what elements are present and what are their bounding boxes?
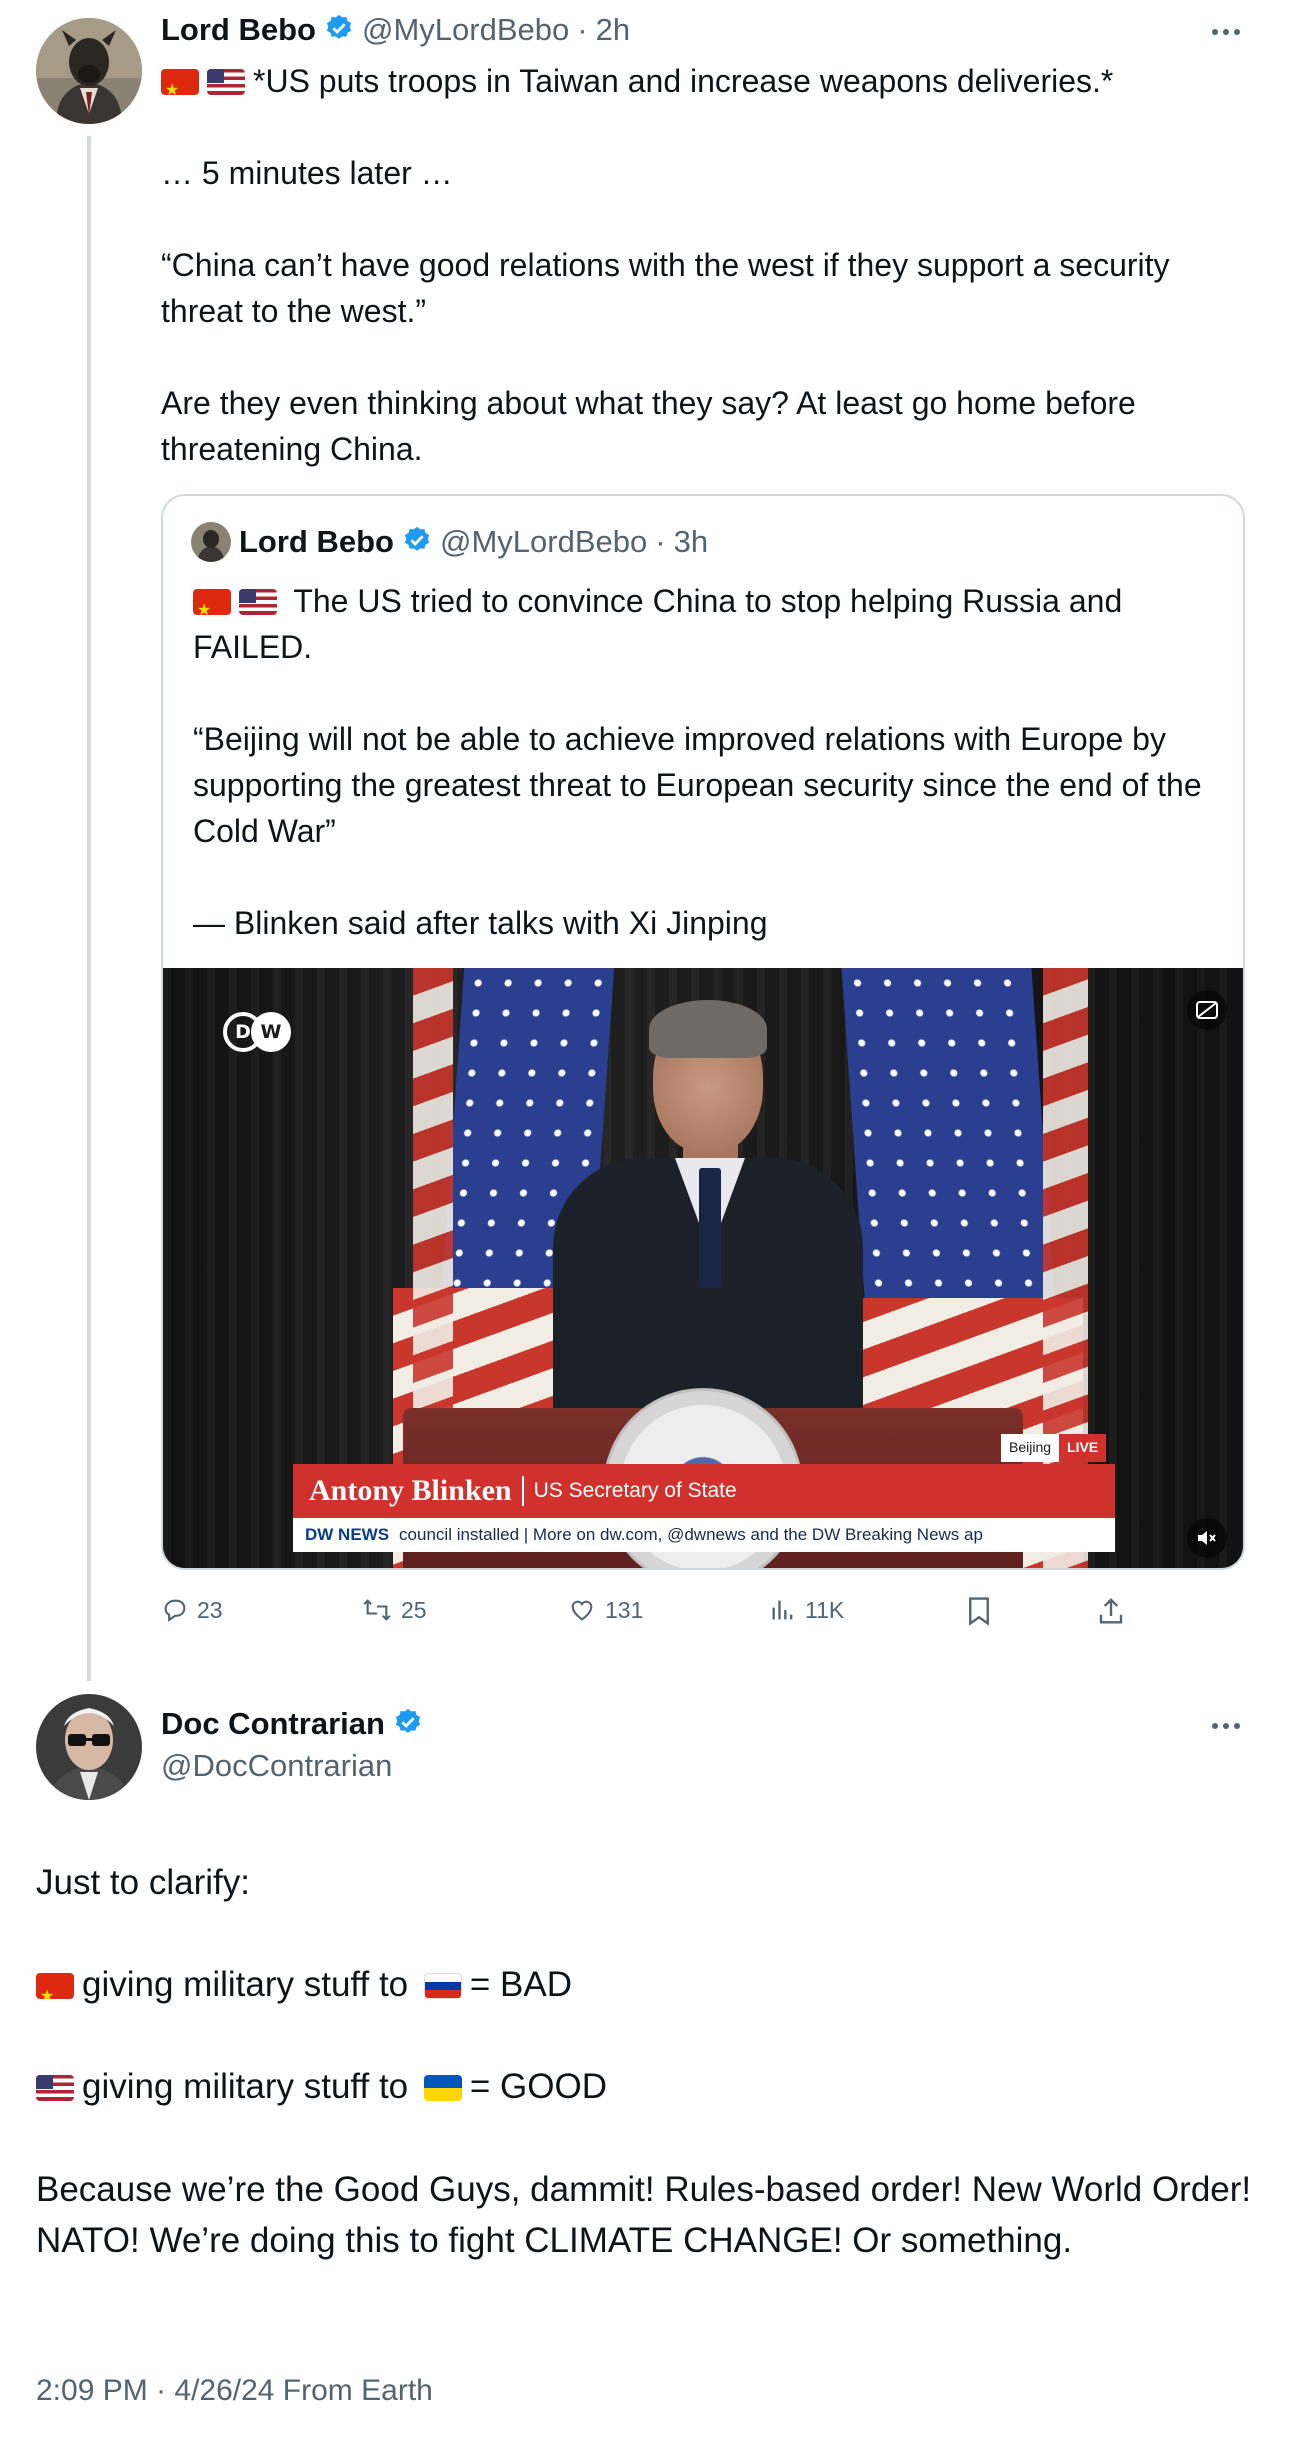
reply-line2-text: giving military stuff to [82, 1965, 409, 2004]
news-ticker: DW NEWS council installed | More on dw.c… [293, 1518, 1115, 1552]
flag-usa-icon [239, 589, 277, 615]
flag-usa-icon [207, 69, 245, 95]
quoted-author-handle: @MyLordBebo [440, 524, 648, 559]
reply-button[interactable]: 23 [161, 1596, 223, 1624]
author-name[interactable]: Lord Bebo [161, 12, 316, 48]
views-count: 11K [805, 1596, 845, 1623]
reply-tweet-header: Doc Contrarian [161, 1706, 423, 1742]
reply-line3-text: giving military stuff to [82, 2067, 409, 2106]
reply-more-options-icon[interactable] [1212, 1723, 1240, 1729]
main-tweet-header: Lord Bebo @MyLordBebo · 2h [161, 12, 630, 48]
like-count: 131 [605, 1596, 644, 1623]
author-handle[interactable]: @MyLordBebo [362, 12, 569, 48]
mute-icon[interactable] [1187, 1518, 1227, 1558]
reply-line1: Just to clarify: [36, 1863, 250, 1902]
quoted-tweet-time: 3h [673, 524, 709, 559]
reply-line2-result: = BAD [469, 1965, 573, 2004]
heart-icon [571, 1600, 593, 1621]
captions-icon[interactable] [1187, 990, 1227, 1030]
meta-separator: · [577, 12, 588, 47]
live-badge: Beijing LIVE [1001, 1434, 1107, 1462]
quoted-verified-badge-icon [402, 525, 432, 560]
more-options-icon[interactable] [1212, 29, 1240, 35]
share-button[interactable] [1097, 1596, 1125, 1626]
quoted-tweet-header: Lord Bebo @MyLordBebo · 3h [191, 522, 708, 562]
thread-connector-line [87, 136, 91, 1681]
avatar-lord-bebo[interactable] [36, 18, 142, 124]
tweet-time[interactable]: 2h [596, 12, 630, 48]
quoted-tweet-card[interactable]: Lord Bebo @MyLordBebo · 3h The US tried … [161, 494, 1245, 1570]
video-player[interactable]: DW Beijing LIVE Antony Blinken US Secret… [163, 968, 1243, 1568]
flag-ukraine-icon [423, 2075, 462, 2101]
avatar-doc-contrarian[interactable] [36, 1694, 142, 1800]
like-button[interactable]: 131 [567, 1596, 643, 1624]
repost-button[interactable]: 25 [361, 1596, 427, 1624]
main-tweet-body: … 5 minutes later … “China can’t have go… [161, 155, 1170, 467]
speaker-name: Antony Blinken [309, 1474, 512, 1507]
dw-logo: DW [223, 1012, 293, 1052]
live-label: LIVE [1059, 1434, 1107, 1462]
reply-paragraph: Because we’re the Good Guys, dammit! Rul… [36, 2170, 1261, 2260]
reply-icon [164, 1599, 186, 1622]
flag-russia-icon [423, 1973, 462, 1999]
flag-usa-icon [36, 2075, 74, 2101]
quoted-meta-separator: · [655, 524, 666, 559]
reply-count: 23 [197, 1596, 223, 1623]
verified-badge-icon [324, 13, 354, 48]
repost-count: 25 [401, 1596, 427, 1623]
live-location: Beijing [1001, 1434, 1060, 1462]
speaker-figure [553, 1000, 863, 1458]
views-icon [772, 1600, 793, 1620]
reply-verified-badge-icon [393, 1707, 423, 1742]
reply-line2: giving military stuff to = BAD [36, 1960, 572, 2010]
tweet-action-bar: 23 25 131 11K [161, 1596, 1161, 1636]
reply-line3: giving military stuff to = GOOD [36, 2062, 607, 2112]
share-icon [1099, 1598, 1123, 1624]
flag-china-icon [36, 1973, 74, 1999]
bookmark-button[interactable] [966, 1596, 992, 1626]
views-button[interactable]: 11K [769, 1596, 844, 1624]
quoted-line1: The US tried to convince China to stop h… [193, 583, 1132, 665]
ticker-brand: DW NEWS [305, 1525, 390, 1544]
lower-third-banner: Antony Blinken US Secretary of State [293, 1464, 1115, 1518]
flag-china-icon [193, 589, 231, 615]
bookmark-icon [969, 1597, 989, 1626]
repost-icon [363, 1599, 391, 1621]
ticker-text: council installed | More on dw.com, @dwn… [399, 1525, 983, 1544]
reply-author-handle[interactable]: @DocContrarian [161, 1748, 392, 1784]
speaker-title: US Secretary of State [533, 1479, 737, 1502]
quoted-author-name: Lord Bebo [239, 524, 394, 559]
quoted-tweet-text: The US tried to convince China to stop h… [193, 578, 1223, 946]
quoted-body: “Beijing will not be able to achieve imp… [193, 721, 1202, 941]
flag-china-icon [161, 69, 199, 95]
reply-author-name[interactable]: Doc Contrarian [161, 1706, 385, 1742]
reply-line3-result: = GOOD [469, 2067, 608, 2106]
main-tweet-line1: *US puts troops in Taiwan and increase w… [253, 63, 1114, 99]
reply-timestamp[interactable]: 2:09 PM · 4/26/24 From Earth [36, 2374, 433, 2408]
quoted-avatar [191, 522, 231, 562]
main-tweet-text: *US puts troops in Taiwan and increase w… [161, 58, 1251, 472]
